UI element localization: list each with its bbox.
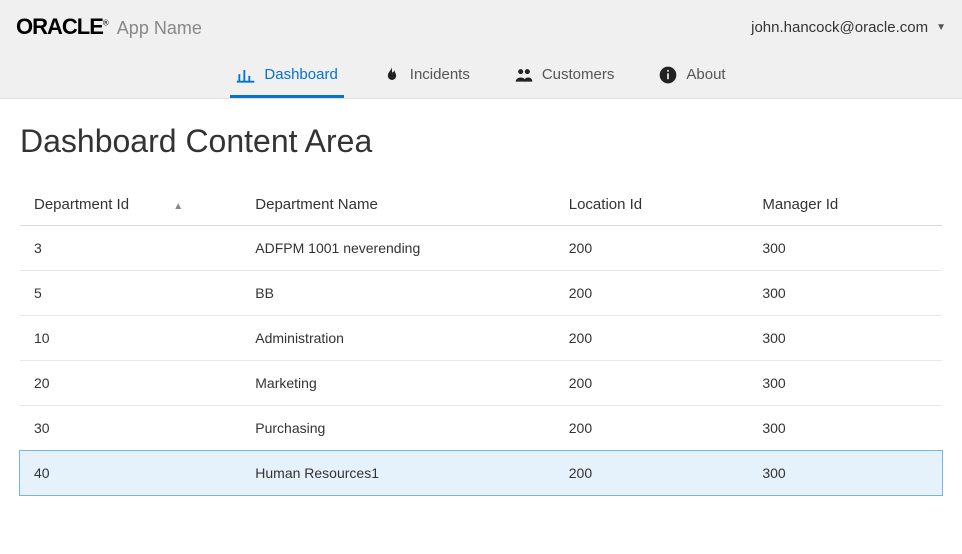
table-cell: Marketing — [241, 361, 554, 406]
table-cell: 300 — [748, 361, 942, 406]
table-row[interactable]: 20Marketing200300 — [20, 361, 942, 406]
info-icon — [658, 65, 678, 85]
col-header-loc-id[interactable]: Location Id — [555, 184, 749, 226]
table-row[interactable]: 10Administration200300 — [20, 316, 942, 361]
oracle-logo: ORACLE® — [16, 14, 109, 40]
table-cell: Administration — [241, 316, 554, 361]
app-name: App Name — [117, 18, 202, 39]
tab-label: Customers — [542, 66, 615, 83]
table-cell: 20 — [20, 361, 241, 406]
nav-tabs: Dashboard Incidents Customers — [16, 54, 946, 98]
tab-incidents[interactable]: Incidents — [376, 54, 476, 98]
table-cell: 40 — [20, 451, 241, 496]
table-cell: 200 — [555, 361, 749, 406]
people-icon — [514, 65, 534, 85]
table-cell: 3 — [20, 226, 241, 271]
table-cell: 10 — [20, 316, 241, 361]
table-cell: 300 — [748, 226, 942, 271]
table-cell: Human Resources1 — [241, 451, 554, 496]
tab-dashboard[interactable]: Dashboard — [230, 54, 343, 98]
content-area: Dashboard Content Area Department Id ▲ D… — [0, 99, 962, 519]
table-cell: BB — [241, 271, 554, 316]
col-header-mgr-id[interactable]: Manager Id — [748, 184, 942, 226]
table-cell: Purchasing — [241, 406, 554, 451]
departments-table: Department Id ▲ Department Name Location… — [20, 184, 942, 495]
table-cell: 30 — [20, 406, 241, 451]
table-cell: 200 — [555, 406, 749, 451]
tab-about[interactable]: About — [652, 54, 731, 98]
sort-asc-icon: ▲ — [173, 201, 183, 212]
tab-customers[interactable]: Customers — [508, 54, 621, 98]
chevron-down-icon: ▼ — [936, 22, 946, 33]
table-cell: 300 — [748, 316, 942, 361]
tab-label: Dashboard — [264, 66, 337, 83]
table-row[interactable]: 3ADFPM 1001 neverending200300 — [20, 226, 942, 271]
tab-label: Incidents — [410, 66, 470, 83]
table-cell: 300 — [748, 271, 942, 316]
page-title: Dashboard Content Area — [20, 123, 942, 160]
table-row[interactable]: 40Human Resources1200300 — [20, 451, 942, 496]
table-cell: 200 — [555, 316, 749, 361]
table-cell: 200 — [555, 271, 749, 316]
table-cell: 5 — [20, 271, 241, 316]
tab-label: About — [686, 66, 725, 83]
table-cell: ADFPM 1001 neverending — [241, 226, 554, 271]
col-header-dept-id[interactable]: Department Id ▲ — [20, 184, 241, 226]
user-email: john.hancock@oracle.com — [751, 19, 928, 36]
app-header: ORACLE® App Name john.hancock@oracle.com… — [0, 0, 962, 99]
user-menu[interactable]: john.hancock@oracle.com ▼ — [751, 19, 946, 36]
table-cell: 200 — [555, 451, 749, 496]
col-header-dept-name[interactable]: Department Name — [241, 184, 554, 226]
table-cell: 300 — [748, 406, 942, 451]
table-row[interactable]: 5BB200300 — [20, 271, 942, 316]
table-row[interactable]: 30Purchasing200300 — [20, 406, 942, 451]
table-cell: 300 — [748, 451, 942, 496]
table-cell: 200 — [555, 226, 749, 271]
bar-chart-icon — [236, 65, 256, 85]
brand: ORACLE® App Name — [16, 14, 202, 40]
flame-icon — [382, 65, 402, 85]
header-top: ORACLE® App Name john.hancock@oracle.com… — [16, 0, 946, 54]
